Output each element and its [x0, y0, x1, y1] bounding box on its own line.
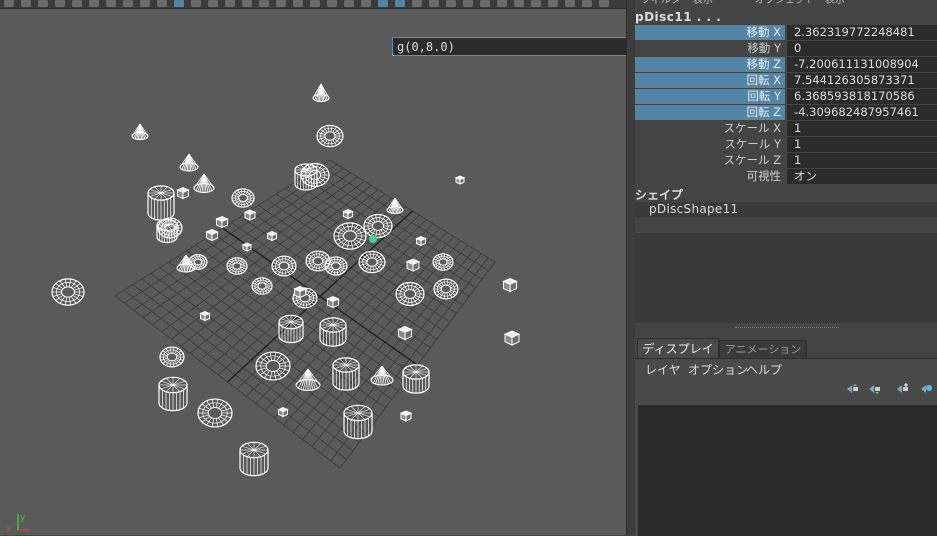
scene-canvas[interactable]: [0, 0, 626, 535]
cube-object[interactable]: [199, 310, 211, 322]
attribute-value-field[interactable]: 7.544126305873371: [787, 73, 937, 88]
ground-grid: [114, 159, 496, 469]
layer-editor: レイヤ オプション ヘルプ: [635, 358, 937, 536]
attribute-value-field[interactable]: 1: [787, 137, 937, 152]
axis-y-label: y: [20, 513, 26, 523]
node-name[interactable]: pDisc11 . . .: [635, 10, 721, 24]
torus-object[interactable]: [51, 278, 85, 306]
cone-object[interactable]: [370, 365, 394, 386]
axis-gizmo-icon: x y: [6, 513, 30, 534]
cube-object[interactable]: [205, 228, 219, 242]
attribute-row[interactable]: 移動 Z -7.200611131008904: [635, 57, 937, 72]
attribute-label[interactable]: スケール Z: [635, 153, 785, 168]
new-layer-from-selected-icon[interactable]: [919, 383, 933, 395]
torus-object[interactable]: [226, 257, 248, 275]
attribute-row[interactable]: スケール X1: [635, 121, 937, 136]
attribute-label[interactable]: 回転 X: [635, 73, 785, 88]
cone-object[interactable]: [312, 83, 330, 103]
cube-object[interactable]: [277, 406, 289, 418]
cone-object[interactable]: [179, 153, 199, 172]
attribute-label[interactable]: 可視性: [635, 169, 785, 184]
attribute-row[interactable]: 移動 X 2.362319772248481: [635, 25, 937, 40]
cube-object[interactable]: [243, 209, 257, 221]
channel-box-panel: フィルタ 表示 オブジェクト 表示 pDisc11 . . . 移動 X 2.36231…: [635, 0, 937, 536]
attribute-label[interactable]: 移動 Y: [635, 41, 785, 56]
attribute-row[interactable]: スケール Z1: [635, 153, 937, 168]
cube-object[interactable]: [397, 325, 413, 341]
layers-menu[interactable]: レイヤ: [645, 361, 681, 378]
shapes-section-header: シェイプ: [635, 188, 684, 202]
cylinder-object[interactable]: [239, 441, 269, 477]
cube-object[interactable]: [502, 277, 518, 293]
cylinder-object[interactable]: [278, 314, 304, 344]
attribute-label[interactable]: スケール Y: [635, 137, 785, 152]
new-layer-icon[interactable]: [895, 383, 909, 395]
torus-object[interactable]: [231, 188, 255, 208]
cube-object[interactable]: [176, 186, 190, 200]
attribute-value-field[interactable]: 6.368593818170586: [787, 89, 937, 104]
attribute-value-field[interactable]: 1: [787, 153, 937, 168]
tab-animation[interactable]: アニメーション: [719, 340, 807, 359]
attribute-label[interactable]: 回転 Y: [635, 89, 785, 104]
torus-object[interactable]: [324, 256, 348, 276]
cube-object[interactable]: [399, 410, 413, 422]
cube-object[interactable]: [215, 215, 229, 229]
cone-object[interactable]: [193, 173, 215, 194]
attribute-label[interactable]: スケール X: [635, 121, 785, 136]
cube-object[interactable]: [241, 242, 253, 252]
cylinder-object[interactable]: [147, 185, 175, 221]
attribute-row[interactable]: 回転 X 7.544126305873371: [635, 73, 937, 88]
torus-object[interactable]: [251, 277, 273, 295]
options-menu[interactable]: オプション: [688, 361, 748, 378]
attribute-value-field[interactable]: 0: [787, 41, 937, 56]
torus-object[interactable]: [316, 124, 344, 148]
torus-object[interactable]: [255, 351, 291, 381]
selection-manipulator[interactable]: [369, 235, 377, 243]
attribute-label[interactable]: 回転 Z: [635, 105, 785, 120]
cube-object[interactable]: [454, 175, 466, 185]
torus-object[interactable]: [363, 213, 393, 239]
attribute-row[interactable]: スケール Y1: [635, 137, 937, 152]
attribute-value-field[interactable]: オン: [787, 169, 937, 184]
attribute-value-field[interactable]: 2.362319772248481: [787, 25, 937, 40]
attribute-label[interactable]: 移動 X: [635, 25, 785, 40]
axis-x-label: x: [6, 525, 12, 534]
torus-object[interactable]: [432, 253, 454, 271]
cone-object[interactable]: [131, 123, 149, 141]
attribute-label[interactable]: 移動 Z: [635, 57, 785, 72]
attribute-row[interactable]: 回転 Z -4.309682487957461: [635, 105, 937, 120]
attribute-row[interactable]: 可視性 オン: [635, 169, 937, 184]
tab-display[interactable]: ディスプレイ: [637, 338, 719, 359]
shape-node-item[interactable]: pDiscShape11: [635, 202, 937, 217]
help-menu[interactable]: ヘルプ: [746, 361, 782, 378]
move-layer-up-icon[interactable]: [845, 383, 859, 395]
3d-viewport[interactable]: x y: [0, 0, 626, 535]
cylinder-object[interactable]: [319, 317, 347, 347]
move-layer-down-icon[interactable]: [867, 383, 881, 395]
attribute-value-field[interactable]: -4.309682487957461: [787, 105, 937, 120]
cube-object[interactable]: [405, 258, 421, 272]
torus-object[interactable]: [197, 398, 233, 428]
torus-object[interactable]: [358, 250, 386, 274]
cube-object[interactable]: [293, 285, 307, 299]
command-input-field[interactable]: [392, 37, 626, 56]
channel-box-menu-bar[interactable]: フィルタ 表示 オブジェクト 表示: [635, 0, 937, 8]
torus-object[interactable]: [433, 278, 459, 300]
cube-object[interactable]: [326, 295, 340, 309]
torus-object[interactable]: [159, 346, 185, 368]
attribute-value-field[interactable]: 1: [787, 121, 937, 136]
attribute-row[interactable]: 移動 Y0: [635, 41, 937, 56]
layer-editor-divider[interactable]: [735, 327, 839, 328]
cube-object[interactable]: [266, 230, 278, 242]
attribute-value-field[interactable]: -7.200611131008904: [787, 57, 937, 72]
cylinder-object[interactable]: [158, 376, 188, 412]
cube-object[interactable]: [503, 330, 521, 346]
torus-object[interactable]: [395, 281, 425, 307]
cube-object[interactable]: [415, 235, 427, 247]
cube-object[interactable]: [342, 208, 354, 220]
channel-box-empty-area: [635, 233, 937, 323]
attribute-row[interactable]: 回転 Y 6.368593818170586: [635, 89, 937, 104]
torus-object[interactable]: [271, 255, 297, 277]
layer-list[interactable]: [638, 405, 937, 536]
